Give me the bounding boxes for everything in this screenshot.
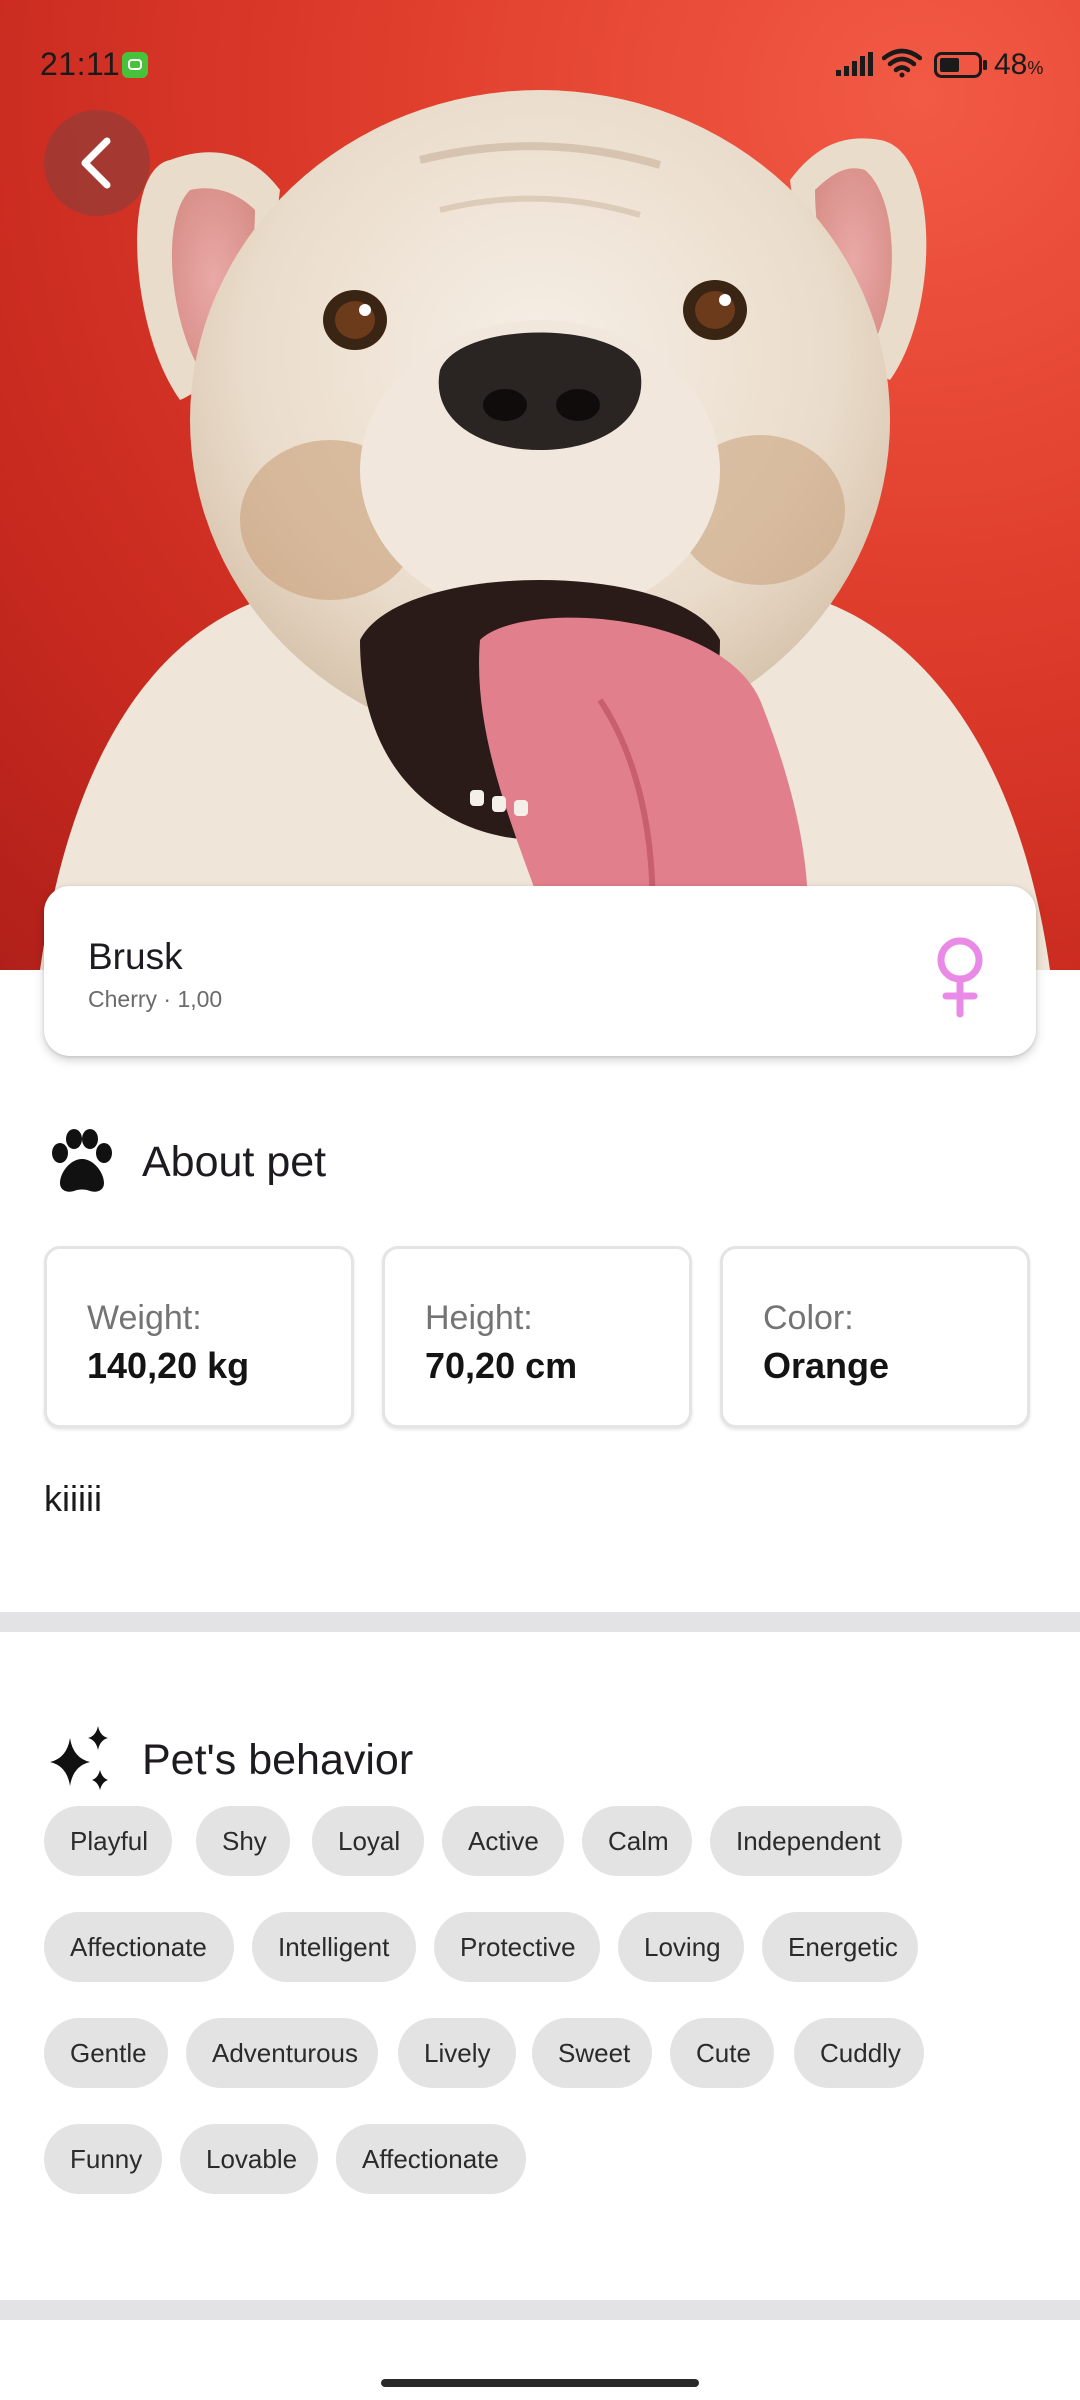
pet-breed-age: Cherry · 1,00 (88, 986, 223, 1012)
behavior-chip-active[interactable]: Active (442, 1806, 564, 1876)
behavior-chip-energetic[interactable]: Energetic (762, 1912, 918, 1982)
height-card: Height: 70,20 cm (382, 1246, 692, 1428)
height-value: 70,20 cm (425, 1345, 578, 1386)
behavior-chip-sweet[interactable]: Sweet (532, 2018, 652, 2088)
color-value: Orange (763, 1345, 890, 1386)
behavior-chip-gentle[interactable]: Gentle (44, 2018, 168, 2088)
about-section-header: About pet (44, 1122, 326, 1202)
behavior-chip-funny[interactable]: Funny (44, 2124, 162, 2194)
behavior-chip-protective[interactable]: Protective (434, 1912, 600, 1982)
behavior-chip-loyal[interactable]: Loyal (312, 1806, 424, 1876)
behavior-section-title: Pet's behavior (142, 1735, 414, 1784)
color-label: Color: (763, 1299, 854, 1337)
weight-card: Weight: 140,20 kg (44, 1246, 354, 1428)
weight-label: Weight: (87, 1299, 202, 1337)
paw-icon (44, 1124, 120, 1200)
behavior-chip-cuddly[interactable]: Cuddly (794, 2018, 924, 2088)
signal-icon (836, 52, 873, 76)
behavior-chip-independent[interactable]: Independent (710, 1806, 902, 1876)
behavior-chip-cute[interactable]: Cute (670, 2018, 774, 2088)
chevron-left-icon (81, 137, 111, 189)
section-divider-bottom (0, 2300, 1080, 2320)
behavior-chip-calm[interactable]: Calm (582, 1806, 692, 1876)
weight-value: 140,20 kg (87, 1345, 250, 1386)
pet-name: Brusk (88, 936, 183, 977)
pet-description: kiiiii (44, 1478, 102, 1519)
back-button[interactable] (44, 110, 150, 216)
female-icon (937, 937, 983, 1018)
battery-icon (934, 52, 987, 78)
section-divider (0, 1612, 1080, 1632)
about-section-title: About pet (142, 1137, 327, 1186)
behavior-chip-lovable[interactable]: Lovable (180, 2124, 318, 2194)
behavior-chip-shy[interactable]: Shy (196, 1806, 290, 1876)
notification-app-icon (122, 52, 148, 78)
behavior-chip-lively[interactable]: Lively (398, 2018, 516, 2088)
home-indicator[interactable] (381, 2379, 699, 2387)
behavior-chip-affectionate[interactable]: Affectionate (44, 1912, 234, 1982)
dog-illustration (40, 90, 1050, 970)
status-bar: 21:11 48% (0, 0, 1080, 130)
status-time: 21:11 (40, 46, 121, 82)
battery-level: 48% (994, 48, 1044, 81)
behavior-chip-playful[interactable]: Playful (44, 1806, 172, 1876)
height-label: Height: (425, 1299, 533, 1337)
color-card: Color: Orange (720, 1246, 1030, 1428)
behavior-section-header: Pet's behavior (44, 1720, 413, 1800)
behavior-chip-adventurous[interactable]: Adventurous (186, 2018, 378, 2088)
pet-name-card: Brusk Cherry · 1,00 (44, 886, 1036, 1056)
pet-detail-screen: 21:11 48% Brusk Cherry · 1,00 About pet … (0, 0, 1080, 2400)
behavior-chip-affectionate-2[interactable]: Affectionate (336, 2124, 526, 2194)
pet-photo (0, 0, 1080, 970)
sparkles-icon (44, 1722, 120, 1798)
wifi-icon (882, 48, 922, 78)
behavior-chip-loving[interactable]: Loving (618, 1912, 744, 1982)
behavior-chip-intelligent[interactable]: Intelligent (252, 1912, 416, 1982)
